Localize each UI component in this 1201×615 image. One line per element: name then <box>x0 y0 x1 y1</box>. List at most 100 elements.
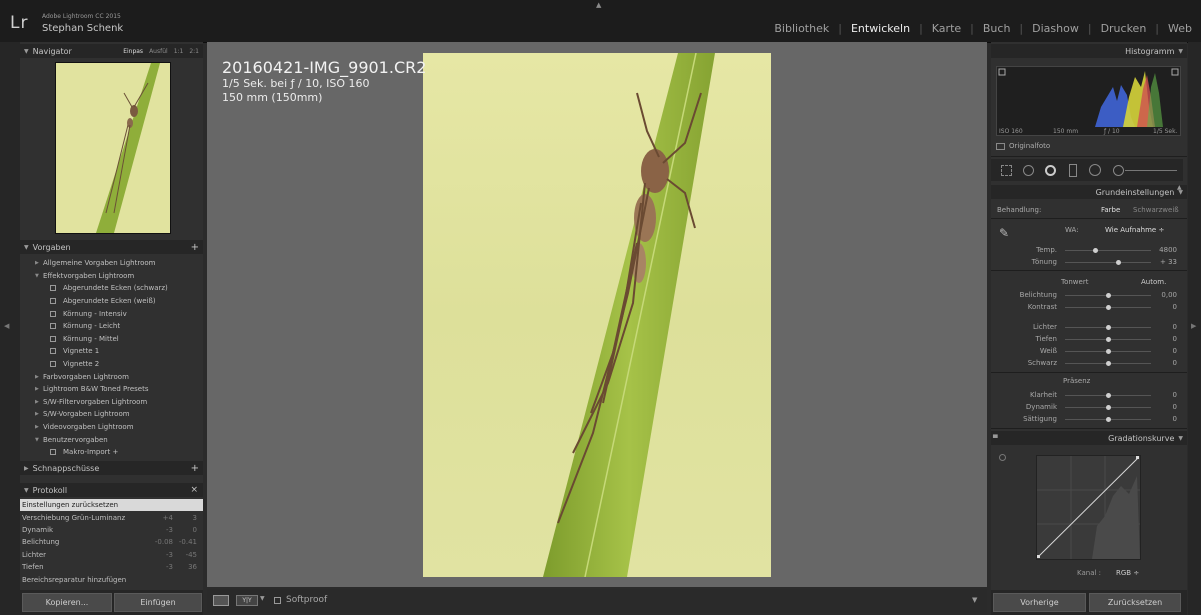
channel-dropdown[interactable]: RGB ÷ <box>1116 569 1139 577</box>
snapshots-header[interactable]: ▶ Schnappschüsse + <box>20 461 203 475</box>
slider-track[interactable] <box>1065 292 1151 298</box>
clear-history-button[interactable]: × <box>190 485 203 495</box>
module-buch[interactable]: Buch <box>974 22 1020 35</box>
slider-value[interactable]: 0 <box>1155 323 1177 331</box>
preset-item[interactable]: ▶ S/W-Filtervorgaben Lightroom <box>20 396 203 409</box>
folder-closed-icon[interactable]: ▶ <box>35 411 43 417</box>
preset-item[interactable]: Körnung - Mittel <box>20 333 203 346</box>
slider-track[interactable] <box>1065 304 1151 310</box>
slider-value[interactable]: 0 <box>1155 335 1177 343</box>
right-panel-toggle-icon[interactable]: ▶ <box>1191 322 1196 330</box>
preset-item[interactable]: Vignette 1 <box>20 345 203 358</box>
radial-filter-icon[interactable] <box>1089 164 1101 176</box>
auto-tone-button[interactable]: Autom. <box>1141 278 1166 286</box>
add-snapshot-button[interactable]: + <box>191 463 203 474</box>
right-panel-edge[interactable]: ▶ <box>1188 42 1201 615</box>
spot-removal-icon[interactable] <box>1023 165 1034 176</box>
slider-knob[interactable] <box>1106 324 1111 330</box>
module-drucken[interactable]: Drucken <box>1092 22 1156 35</box>
folder-closed-icon[interactable]: ▶ <box>35 386 43 392</box>
slider-value[interactable]: 0 <box>1155 391 1177 399</box>
curve-toggle-icon[interactable]: ▀ <box>993 435 998 442</box>
folder-closed-icon[interactable]: ▶ <box>35 399 43 405</box>
target-adjust-icon[interactable] <box>999 454 1006 461</box>
tone-curve-header[interactable]: ▀ Gradationskurve ▼ <box>991 431 1187 445</box>
previous-settings-button[interactable]: Vorherige <box>993 593 1086 612</box>
slider-track[interactable] <box>1065 404 1151 410</box>
folder-open-icon[interactable]: ▼ <box>35 437 43 443</box>
module-diashow[interactable]: Diashow <box>1023 22 1088 35</box>
wb-dropdown[interactable]: Wie Aufnahme ÷ <box>1105 226 1164 234</box>
slider-track[interactable] <box>1065 392 1151 398</box>
preset-item[interactable]: Abgerundete Ecken (schwarz) <box>20 282 203 295</box>
slider-track[interactable] <box>1065 416 1151 422</box>
module-karte[interactable]: Karte <box>923 22 970 35</box>
paste-settings-button[interactable]: Einfügen <box>114 593 202 612</box>
preset-item[interactable]: Makro-Import + <box>20 446 203 459</box>
slider-knob[interactable] <box>1106 336 1111 342</box>
preset-item[interactable]: Vignette 2 <box>20 358 203 371</box>
treatment-bw-button[interactable]: Schwarzweiß <box>1133 206 1179 214</box>
loupe-view-icon[interactable] <box>213 595 229 606</box>
slider-knob[interactable] <box>1093 247 1099 253</box>
history-step[interactable]: Belichtung -0.08 -0.41 <box>20 536 203 548</box>
slider-track[interactable] <box>1065 336 1151 342</box>
module-entwickeln[interactable]: Entwickeln <box>842 22 919 35</box>
preset-item[interactable]: ▼ Effektvorgaben Lightroom <box>20 270 203 283</box>
slider-value[interactable]: 0 <box>1155 415 1177 423</box>
slider-value[interactable]: 0 <box>1155 359 1177 367</box>
preset-item[interactable]: ▶ Lightroom B&W Toned Presets <box>20 383 203 396</box>
folder-closed-icon[interactable]: ▶ <box>35 260 43 266</box>
zoom-2-1[interactable]: 2:1 <box>189 48 199 55</box>
view-dropdown-icon[interactable]: ▼ <box>260 595 265 602</box>
folder-closed-icon[interactable]: ▶ <box>35 424 43 430</box>
copy-settings-button[interactable]: Kopieren... <box>22 593 112 612</box>
history-step[interactable]: Einstellungen zurücksetzen <box>20 499 203 512</box>
slider-knob[interactable] <box>1106 392 1111 398</box>
slider-value[interactable]: 0 <box>1155 303 1177 311</box>
preset-item[interactable]: ▶ S/W-Vorgaben Lightroom <box>20 408 203 421</box>
slider-knob[interactable] <box>1106 404 1111 410</box>
histogram-display[interactable]: ISO 160 150 mm ƒ / 10 1/5 Sek. <box>996 66 1181 136</box>
wb-eyedropper-icon[interactable]: ✎ <box>999 226 1009 240</box>
preset-item[interactable]: ▼ Benutzervorgaben <box>20 433 203 446</box>
navigator-preview[interactable] <box>55 62 171 234</box>
slider-track[interactable] <box>1065 360 1151 366</box>
slider-value[interactable]: 0 <box>1155 403 1177 411</box>
slider-value[interactable]: 4800 <box>1155 246 1177 254</box>
crop-tool-icon[interactable] <box>1001 165 1012 176</box>
folder-open-icon[interactable]: ▼ <box>35 273 43 279</box>
preset-item[interactable]: ▶ Videovorgaben Lightroom <box>20 421 203 434</box>
slider-track[interactable] <box>1065 324 1151 330</box>
tone-curve-graph[interactable] <box>1036 455 1141 560</box>
navigator-header[interactable]: ▼ Navigator Einpas Ausfül 1:1 2:1 <box>20 44 203 58</box>
add-preset-button[interactable]: + <box>191 242 203 253</box>
slider-value[interactable]: + 33 <box>1155 258 1177 266</box>
before-after-button[interactable]: Y|Y <box>236 595 258 606</box>
slider-knob[interactable] <box>1106 304 1111 310</box>
top-panel-toggle-icon[interactable]: ▲ <box>596 1 601 9</box>
slider-value[interactable]: 0 <box>1155 347 1177 355</box>
preset-item[interactable]: Abgerundete Ecken (weiß) <box>20 295 203 308</box>
history-step[interactable]: Lichter -3 -45 <box>20 549 203 561</box>
basic-header[interactable]: Grundeinstellungen ▼ <box>991 185 1187 199</box>
module-web[interactable]: Web <box>1159 22 1201 35</box>
slider-knob[interactable] <box>1106 292 1111 298</box>
brush-size-slider[interactable] <box>1125 170 1177 171</box>
history-step[interactable]: Bereichsreparatur hinzufügen <box>20 573 203 585</box>
folder-closed-icon[interactable]: ▶ <box>35 374 43 380</box>
red-eye-icon[interactable] <box>1045 165 1056 176</box>
module-bibliothek[interactable]: Bibliothek <box>765 22 838 35</box>
main-photo[interactable] <box>423 53 771 577</box>
panel-scroll-icon[interactable]: ▲ <box>1177 184 1182 191</box>
preset-item[interactable]: ▶ Farbvorgaben Lightroom <box>20 370 203 383</box>
left-panel-toggle-icon[interactable]: ◀ <box>4 322 9 330</box>
preset-item[interactable]: ▶ Allgemeine Vorgaben Lightroom <box>20 257 203 270</box>
zoom-fit[interactable]: Einpas <box>123 48 143 55</box>
left-panel-edge[interactable]: ◀ <box>0 42 20 615</box>
graduated-filter-icon[interactable] <box>1069 164 1077 177</box>
history-step[interactable]: Dynamik -3 0 <box>20 524 203 536</box>
slider-track[interactable] <box>1065 259 1151 265</box>
slider-knob[interactable] <box>1106 416 1111 422</box>
preset-item[interactable]: Körnung - Leicht <box>20 320 203 333</box>
